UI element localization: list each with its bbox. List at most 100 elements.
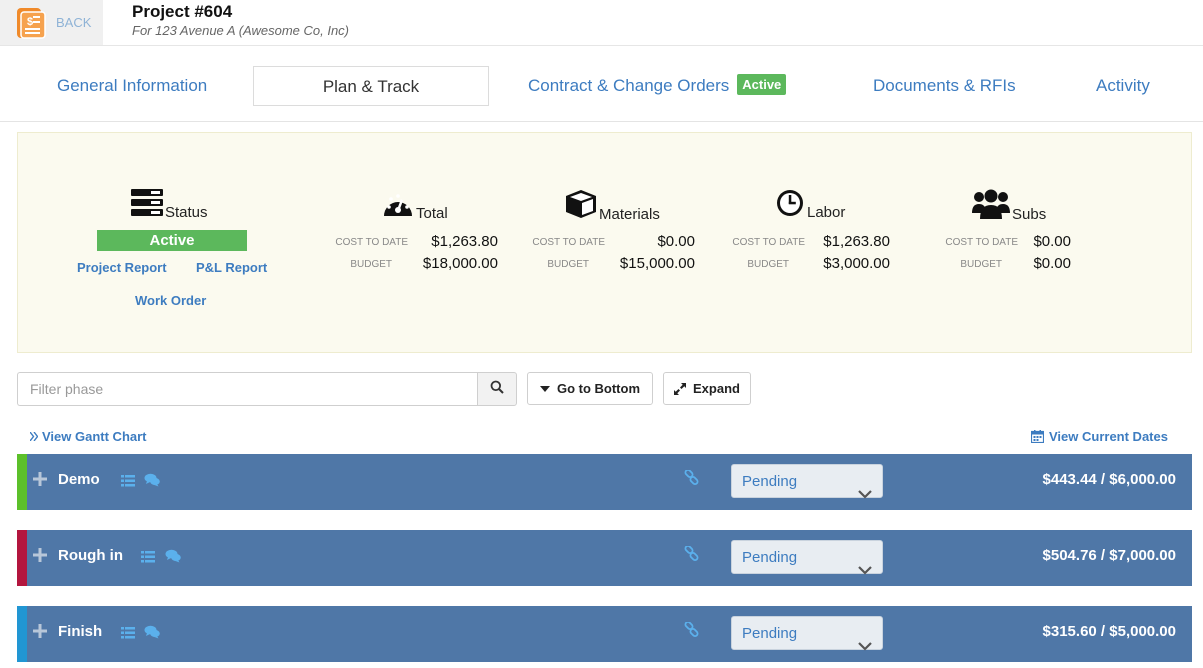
- back-button[interactable]: $ BACK: [0, 0, 103, 45]
- total-heading: Total: [382, 190, 448, 222]
- cost-to-date-label: COST TO DATE: [532, 237, 605, 248]
- phase-name: Rough in: [58, 547, 123, 564]
- project-summary-panel: Status Active Project Report P&L Report …: [17, 132, 1192, 353]
- search-icon: [490, 380, 504, 399]
- phase-name: Demo: [58, 471, 100, 488]
- budget-label: BUDGET: [960, 259, 1002, 270]
- go-to-bottom-label: Go to Bottom: [556, 381, 641, 396]
- total-cost-to-date: $1,263.80: [431, 233, 498, 250]
- phase-amount: $443.44 / $6,000.00: [1042, 471, 1176, 488]
- expand-label: Expand: [693, 381, 740, 396]
- tab-label: General Information: [57, 76, 208, 95]
- budget-label: BUDGET: [747, 259, 789, 270]
- tab-label: Plan & Track: [322, 77, 420, 96]
- users-icon: [972, 189, 1010, 223]
- project-title: Project #604: [132, 2, 233, 21]
- labor-cost-to-date: $1,263.80: [823, 233, 890, 250]
- active-badge: Active: [737, 74, 787, 95]
- phase-status-select[interactable]: Pending: [731, 616, 883, 651]
- materials-budget: $15,000.00: [619, 255, 695, 272]
- expand-plus-icon[interactable]: [33, 624, 47, 638]
- cost-to-date-label: COST TO DATE: [335, 237, 408, 248]
- phase-color-stripe: [17, 454, 27, 510]
- budget-label: BUDGET: [547, 259, 589, 270]
- search-button[interactable]: [477, 372, 517, 406]
- labor-heading-label: Labor: [807, 204, 846, 221]
- filter-phase-input[interactable]: [17, 372, 478, 406]
- page-header: $ BACK Project #604 For 123 Avenue A (Aw…: [0, 0, 1203, 46]
- phase-color-stripe: [17, 606, 27, 662]
- tab-bar: General Information Plan & Track Contrac…: [0, 46, 1203, 122]
- subs-heading: Subs: [972, 189, 1046, 223]
- labor-budget: $3,000.00: [823, 255, 890, 272]
- view-current-dates-label: View Current Dates: [1049, 429, 1168, 444]
- subs-budget: $0.00: [1033, 255, 1071, 272]
- tab-contract-and-change-orders[interactable]: Contract & Change Orders Active: [528, 66, 787, 106]
- link-icon[interactable]: [684, 545, 700, 562]
- phase-name: Finish: [58, 623, 103, 640]
- tab-documents-and-rfis[interactable]: Documents & RFIs: [873, 66, 1016, 106]
- tab-label: Contract & Change Orders: [528, 76, 730, 95]
- work-order-link[interactable]: Work Order: [135, 293, 206, 308]
- go-to-bottom-button[interactable]: Go to Bottom: [527, 372, 653, 405]
- dashboard-icon: [382, 190, 414, 222]
- view-gantt-chart-label: View Gantt Chart: [42, 429, 147, 444]
- tab-label: Activity: [1096, 76, 1150, 95]
- tab-activity[interactable]: Activity: [1096, 66, 1150, 106]
- calendar-icon: [1031, 430, 1044, 443]
- total-heading-label: Total: [416, 205, 448, 222]
- project-subtitle: For 123 Avenue A (Awesome Co, Inc): [132, 23, 350, 38]
- double-chevron-right-icon: [30, 432, 38, 441]
- expand-arrows-icon: [674, 382, 687, 395]
- list-icon[interactable]: [121, 474, 135, 487]
- phase-amount: $504.76 / $7,000.00: [1042, 547, 1176, 564]
- caret-down-icon: [539, 385, 550, 392]
- phase-status-value: Pending: [742, 549, 798, 566]
- tab-label: Documents & RFIs: [873, 76, 1016, 95]
- comments-icon[interactable]: [165, 549, 181, 563]
- expand-plus-icon[interactable]: [33, 472, 47, 486]
- status-heading-label: Status: [165, 204, 208, 221]
- phase-status-select[interactable]: Pending: [731, 540, 883, 575]
- view-current-dates-link[interactable]: View Current Dates: [1031, 429, 1168, 444]
- tab-general-information[interactable]: General Information: [57, 66, 207, 106]
- phase-amount: $315.60 / $5,000.00: [1042, 623, 1176, 640]
- tab-plan-and-track[interactable]: Plan & Track: [253, 66, 489, 106]
- phase-status-value: Pending: [742, 473, 798, 490]
- materials-heading: Materials: [565, 189, 660, 223]
- pl-report-link[interactable]: P&L Report: [196, 260, 267, 275]
- status-badge: Active: [97, 230, 247, 251]
- subs-cost-to-date: $0.00: [1033, 233, 1071, 250]
- phase-row-finish[interactable]: Finish Pending $315.60 / $5,000.00: [17, 606, 1192, 662]
- cube-icon: [565, 189, 597, 223]
- phase-row-demo[interactable]: Demo Pending $443.44 / $6,000.00: [17, 454, 1192, 510]
- materials-cost-to-date: $0.00: [657, 233, 695, 250]
- materials-heading-label: Materials: [599, 206, 660, 223]
- expand-button[interactable]: Expand: [663, 372, 751, 405]
- svg-text:$: $: [27, 16, 33, 28]
- list-icon[interactable]: [121, 626, 135, 639]
- link-icon[interactable]: [684, 469, 700, 486]
- phase-status-select[interactable]: Pending: [731, 464, 883, 499]
- link-icon[interactable]: [684, 621, 700, 638]
- phase-color-stripe: [17, 530, 27, 586]
- cost-to-date-label: COST TO DATE: [732, 237, 805, 248]
- chevron-down-icon: [858, 478, 872, 512]
- list-icon[interactable]: [141, 550, 155, 563]
- view-gantt-chart-link[interactable]: View Gantt Chart: [30, 429, 147, 444]
- chevron-down-icon: [858, 630, 872, 664]
- phase-row-rough-in[interactable]: Rough in Pending $504.76 / $7,000.00: [17, 530, 1192, 586]
- comments-icon[interactable]: [144, 473, 160, 487]
- project-report-link[interactable]: Project Report: [77, 260, 167, 275]
- back-label: BACK: [56, 15, 92, 30]
- server-icon: [131, 189, 163, 221]
- comments-icon[interactable]: [144, 625, 160, 639]
- budget-label: BUDGET: [350, 259, 392, 270]
- expand-plus-icon[interactable]: [33, 548, 47, 562]
- status-heading: Status: [131, 189, 208, 221]
- clock-icon: [775, 189, 805, 221]
- document-dollar-icon: $: [16, 7, 46, 39]
- phase-status-value: Pending: [742, 625, 798, 642]
- subs-heading-label: Subs: [1012, 206, 1047, 223]
- total-budget: $18,000.00: [422, 255, 498, 272]
